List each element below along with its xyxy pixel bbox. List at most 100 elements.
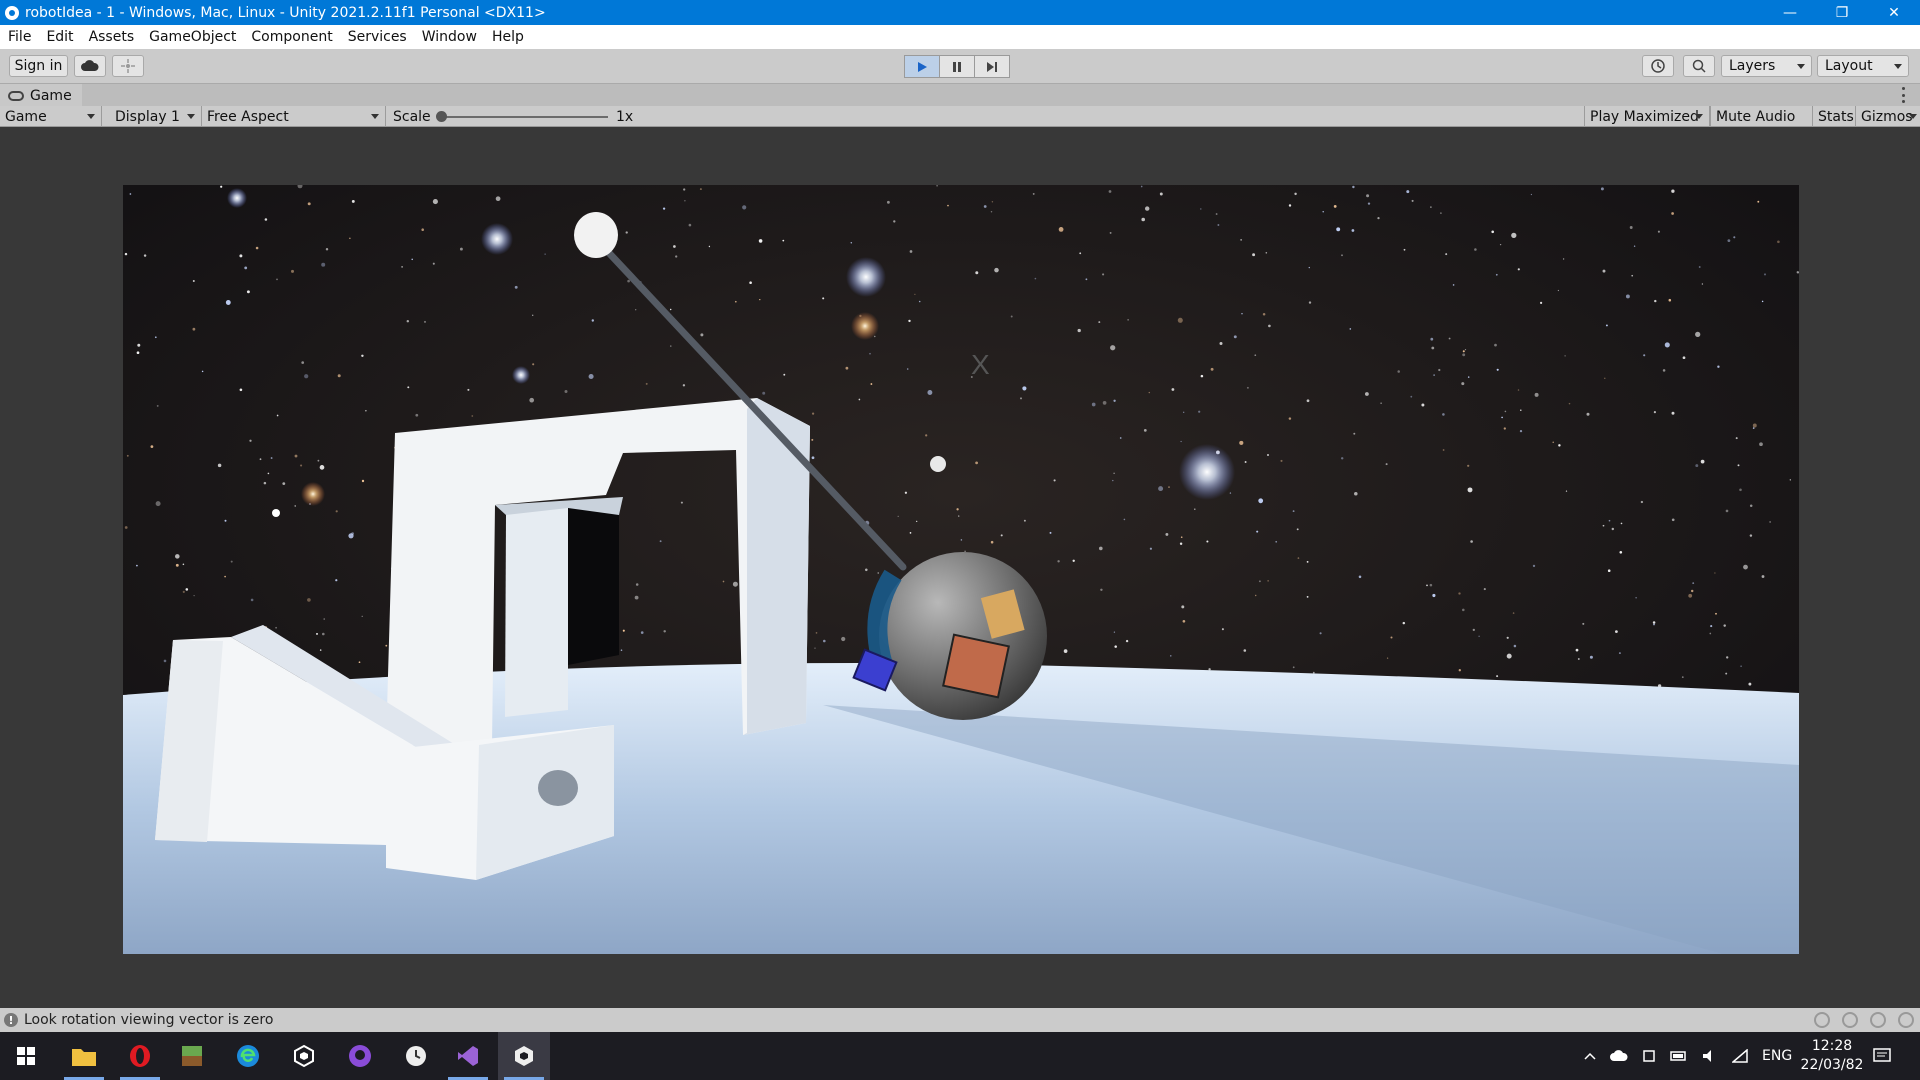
stats-button[interactable]: Stats: [1812, 106, 1859, 127]
view-mode-dropdown[interactable]: Game: [0, 106, 102, 127]
menu-gameobject[interactable]: GameObject: [141, 29, 243, 45]
clock-icon: [406, 1046, 426, 1066]
pause-button[interactable]: [939, 55, 975, 78]
wifi-icon[interactable]: [1732, 1049, 1748, 1063]
play-mode-dropdown[interactable]: Play Maximized: [1584, 106, 1710, 127]
scale-slider-thumb[interactable]: [436, 111, 447, 122]
star: [1200, 208, 1202, 210]
layout-dropdown[interactable]: Layout: [1817, 55, 1909, 77]
star: [1462, 608, 1465, 612]
star: [1752, 423, 1757, 428]
menu-edit[interactable]: Edit: [38, 29, 80, 45]
mute-audio-button[interactable]: Mute Audio: [1710, 106, 1800, 127]
restore-button[interactable]: ❐: [1816, 0, 1868, 25]
taskbar-clock-app[interactable]: [390, 1032, 442, 1080]
step-button[interactable]: [974, 55, 1010, 78]
scale-value: 1x: [616, 108, 634, 125]
star: [1564, 355, 1566, 357]
taskbar-opera[interactable]: [114, 1032, 166, 1080]
star: [1085, 278, 1088, 281]
taskbar-unity-editor[interactable]: [498, 1032, 550, 1080]
menu-help[interactable]: Help: [484, 29, 531, 45]
star: [782, 239, 785, 242]
aspect-dropdown[interactable]: Free Aspect: [202, 106, 386, 127]
search-button[interactable]: [1683, 55, 1715, 77]
check-icon[interactable]: [1898, 1012, 1914, 1028]
star: [1458, 669, 1461, 672]
taskbar-edge[interactable]: [222, 1032, 274, 1080]
star: [908, 319, 911, 323]
menu-services[interactable]: Services: [340, 29, 414, 45]
collab-button[interactable]: [112, 55, 144, 77]
star: [1430, 337, 1434, 341]
star: [335, 510, 338, 513]
star: [1377, 216, 1380, 220]
menu-assets[interactable]: Assets: [81, 29, 142, 45]
taskbar-github-desktop[interactable]: [334, 1032, 386, 1080]
volume-icon[interactable]: [1702, 1049, 1718, 1063]
star: [276, 278, 278, 281]
notifications-button[interactable]: [1856, 1032, 1908, 1080]
tab-options-menu[interactable]: [1902, 87, 1906, 103]
star: [1426, 584, 1428, 587]
chevron-up-icon[interactable]: [1584, 1052, 1596, 1060]
star: [1472, 628, 1475, 632]
star: [459, 247, 463, 251]
pause-icon: [953, 61, 961, 72]
taskbar-unity-hub[interactable]: [278, 1032, 330, 1080]
star: [675, 255, 678, 258]
star: [1633, 245, 1636, 247]
battery-icon[interactable]: [1670, 1051, 1688, 1061]
start-button[interactable]: [0, 1032, 52, 1080]
star: [401, 265, 404, 268]
star: [1530, 193, 1533, 196]
visual-studio-icon: [458, 1046, 478, 1066]
taskbar-file-explorer[interactable]: [58, 1032, 110, 1080]
search-icon: [1692, 59, 1706, 73]
close-button[interactable]: ✕: [1868, 0, 1920, 25]
menu-file[interactable]: File: [0, 29, 38, 45]
star: [1496, 368, 1499, 371]
language-indicator[interactable]: ENG: [1762, 1048, 1792, 1064]
star: [225, 300, 231, 305]
star: [259, 458, 262, 461]
star: [1671, 411, 1675, 415]
star: [1141, 217, 1145, 222]
menu-component[interactable]: Component: [243, 29, 339, 45]
star: [239, 254, 243, 258]
star: [975, 461, 978, 465]
bug-icon[interactable]: [1814, 1012, 1830, 1028]
display-dropdown[interactable]: Display 1: [110, 106, 202, 127]
taskbar: ENG 12:28 22/03/82: [0, 1032, 1920, 1080]
tab-game[interactable]: Game: [0, 84, 82, 107]
onedrive-icon[interactable]: [1610, 1050, 1628, 1062]
layers-dropdown[interactable]: Layers: [1721, 55, 1812, 77]
minimize-button[interactable]: —: [1764, 0, 1816, 25]
stack-icon[interactable]: [1842, 1012, 1858, 1028]
star: [1215, 213, 1218, 215]
star: [1458, 592, 1461, 595]
star: [217, 463, 222, 468]
status-message[interactable]: Look rotation viewing vector is zero: [24, 1012, 273, 1028]
star: [1640, 500, 1644, 504]
game-viewport[interactable]: X: [123, 185, 1799, 954]
play-icon: [918, 61, 927, 72]
play-button[interactable]: [904, 55, 940, 78]
star: [662, 207, 666, 210]
star: [361, 354, 364, 358]
taskbar-visual-studio[interactable]: [442, 1032, 494, 1080]
star: [1177, 317, 1183, 323]
star: [1668, 298, 1672, 302]
star: [1715, 612, 1717, 615]
history-button[interactable]: [1642, 55, 1674, 77]
device-icon[interactable]: [1642, 1049, 1656, 1063]
settings-icon[interactable]: [1870, 1012, 1886, 1028]
star: [1445, 253, 1448, 256]
gizmos-button[interactable]: Gizmos: [1855, 106, 1920, 127]
cloud-button[interactable]: [74, 55, 106, 77]
sign-in-button[interactable]: Sign in: [9, 55, 68, 77]
taskbar-minecraft[interactable]: [166, 1032, 218, 1080]
star: [423, 320, 427, 323]
menu-window[interactable]: Window: [414, 29, 484, 45]
scale-slider-track[interactable]: [440, 116, 608, 118]
